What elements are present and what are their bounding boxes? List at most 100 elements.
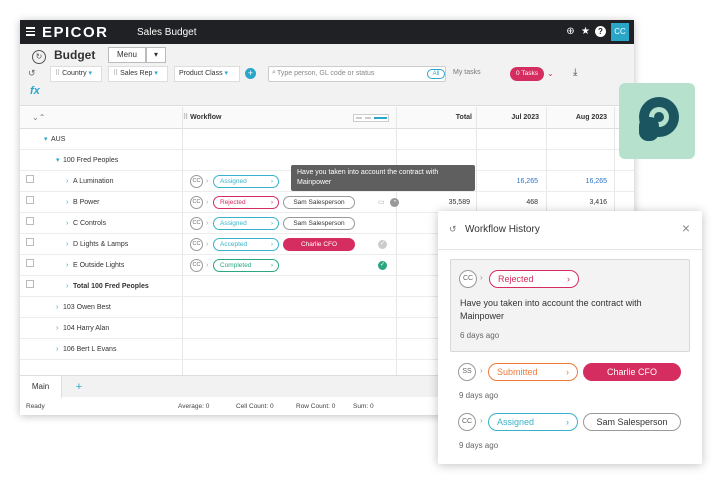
filter-sales-rep[interactable]: ⠿ Sales Rep ▾ [108, 66, 168, 82]
top-bar: EPICOR Sales Budget ⊕ ★ ? CC [20, 20, 634, 44]
history-entry-selected[interactable]: CC › Rejected › Have you taken into accou… [450, 259, 690, 352]
cell-aug-2023[interactable]: 16,265 [548, 171, 607, 192]
cell-jul-2023[interactable]: 468 [478, 192, 538, 213]
table-row[interactable]: › B Power CC › Rejected › Sam Salesperson ▭ ◔ 35,… [20, 192, 634, 213]
assignee-chip[interactable]: Sam Salesperson [283, 217, 355, 230]
table-row[interactable]: ▾ AUS [20, 129, 634, 150]
avatar: CC [190, 175, 203, 188]
help-icon[interactable]: ? [594, 25, 607, 38]
cell-jul-2023[interactable]: 16,265 [478, 171, 538, 192]
collapse-all-icon[interactable]: ⌄⌃ [32, 113, 45, 122]
status-badge[interactable]: Assigned › [213, 217, 279, 230]
history-time: 9 days ago [459, 391, 499, 400]
tab-main[interactable]: Main [20, 376, 62, 398]
expander-icon[interactable]: › [66, 276, 68, 297]
expander-icon[interactable]: › [66, 171, 68, 192]
comment-tooltip: Have you taken into account the contract… [291, 165, 475, 191]
avatar: CC [190, 217, 203, 230]
expander-icon[interactable]: › [56, 339, 58, 360]
brand-logo: EPICOR [42, 24, 109, 41]
filter-product-class[interactable]: Product Class ▾ [174, 66, 240, 82]
expander-icon[interactable]: › [66, 234, 68, 255]
row-label: 104 Harry Alan [63, 325, 110, 332]
row-label: 100 Fred Peoples [63, 157, 119, 164]
assignee-chip[interactable]: Charlie CFO [283, 238, 355, 251]
expander-icon[interactable]: ▾ [44, 129, 48, 150]
epicor-logo-badge [619, 83, 695, 159]
row-label: E Outside Lights [73, 262, 125, 269]
assignee-chip[interactable]: Sam Salesperson [283, 196, 355, 209]
tasks-button[interactable]: 0 Tasks [510, 67, 544, 81]
expander-icon[interactable]: › [56, 297, 58, 318]
status-sum: Sum: 0 [353, 403, 374, 410]
close-icon[interactable]: × [679, 221, 693, 235]
status-cell-count: Cell Count: 0 [236, 403, 274, 410]
panel-divider [438, 249, 702, 250]
expander-icon[interactable]: › [56, 318, 58, 339]
cell-total[interactable]: 35,589 [398, 192, 470, 213]
all-toggle[interactable]: All [427, 69, 445, 79]
status-badge[interactable]: Assigned › [213, 175, 279, 188]
chevron-right-icon: › [480, 416, 483, 425]
menu-dropdown-button[interactable]: ▾ [146, 47, 166, 63]
search-input[interactable]: ⌕ Type person, GL code or status [268, 66, 446, 82]
budget-icon: ↻ [32, 50, 46, 64]
expander-icon[interactable]: ▾ [56, 150, 60, 171]
avatar: CC [190, 238, 203, 251]
expander-icon[interactable]: › [66, 255, 68, 276]
add-circle-icon[interactable]: ⊕ [564, 25, 577, 38]
search-placeholder: Type person, GL code or status [277, 70, 375, 77]
status-ready: Ready [26, 403, 45, 410]
avatar: CC [190, 259, 203, 272]
chevron-right-icon: › [480, 273, 483, 282]
filter-country[interactable]: ⠿ Country ▾ [50, 66, 102, 82]
row-select-checkbox[interactable] [26, 238, 34, 246]
cell-aug-2023[interactable]: 3,416 [548, 192, 607, 213]
download-icon[interactable]: ⤓ [573, 67, 577, 78]
epicor-logo-icon [639, 97, 679, 141]
chevron-right-icon: › [206, 241, 209, 248]
history-time: 9 days ago [459, 441, 499, 450]
row-label: D Lights & Lamps [73, 241, 129, 248]
history-time: 6 days ago [460, 331, 500, 340]
status-badge[interactable]: Accepted › [213, 238, 279, 251]
history-icon[interactable]: ↺ [28, 68, 38, 78]
avatar: SS [458, 363, 476, 381]
menu-button[interactable]: Menu [108, 47, 146, 63]
status-badge[interactable]: Completed › [213, 259, 279, 272]
row-select-checkbox[interactable] [26, 175, 34, 183]
status-badge: Submitted › [488, 363, 578, 381]
header-aug-2023: Aug 2023 [575, 114, 607, 121]
hamburger-menu-icon[interactable] [26, 26, 36, 36]
row-select-checkbox[interactable] [26, 217, 34, 225]
comment-icon[interactable]: ▭ [378, 192, 385, 213]
my-tasks-link[interactable]: My tasks [453, 69, 481, 76]
status-badge: Assigned › [488, 413, 578, 431]
expander-icon[interactable]: › [66, 213, 68, 234]
formula-fx[interactable]: fx [30, 85, 40, 97]
expander-icon[interactable]: › [66, 192, 68, 213]
history-icon: ↺ [449, 224, 457, 234]
tasks-chevron-icon[interactable]: ⌄ [547, 69, 554, 78]
row-select-checkbox[interactable] [26, 196, 34, 204]
row-select-checkbox[interactable] [26, 259, 34, 267]
add-filter-icon[interactable]: + [245, 68, 256, 79]
check-icon: ✓ [378, 261, 387, 270]
status-badge[interactable]: Rejected › [213, 196, 279, 209]
header-total: Total [455, 114, 472, 121]
row-label: B Power [73, 199, 100, 206]
star-icon[interactable]: ★ [579, 25, 592, 38]
check-icon: ✓ [378, 240, 387, 249]
row-label: C Controls [73, 220, 107, 227]
avatar: CC [458, 413, 476, 431]
panel-title: Workflow History [465, 224, 540, 235]
chevron-right-icon: › [206, 220, 209, 227]
app-title: Sales Budget [137, 27, 197, 38]
add-tab-button[interactable]: + [72, 376, 86, 398]
row-select-checkbox[interactable] [26, 280, 34, 288]
page-header: ↻ Budget Menu ▾ ↺ ⠿ Country ▾ ⠿ Sales Re… [20, 44, 634, 106]
grid-header-row: ⌄⌃ ⠿ Workflow Total Jul 2023 Aug 2023 [20, 107, 634, 129]
chevron-right-icon: › [206, 262, 209, 269]
user-avatar[interactable]: CC [611, 23, 629, 41]
chevron-right-icon: › [206, 199, 209, 206]
